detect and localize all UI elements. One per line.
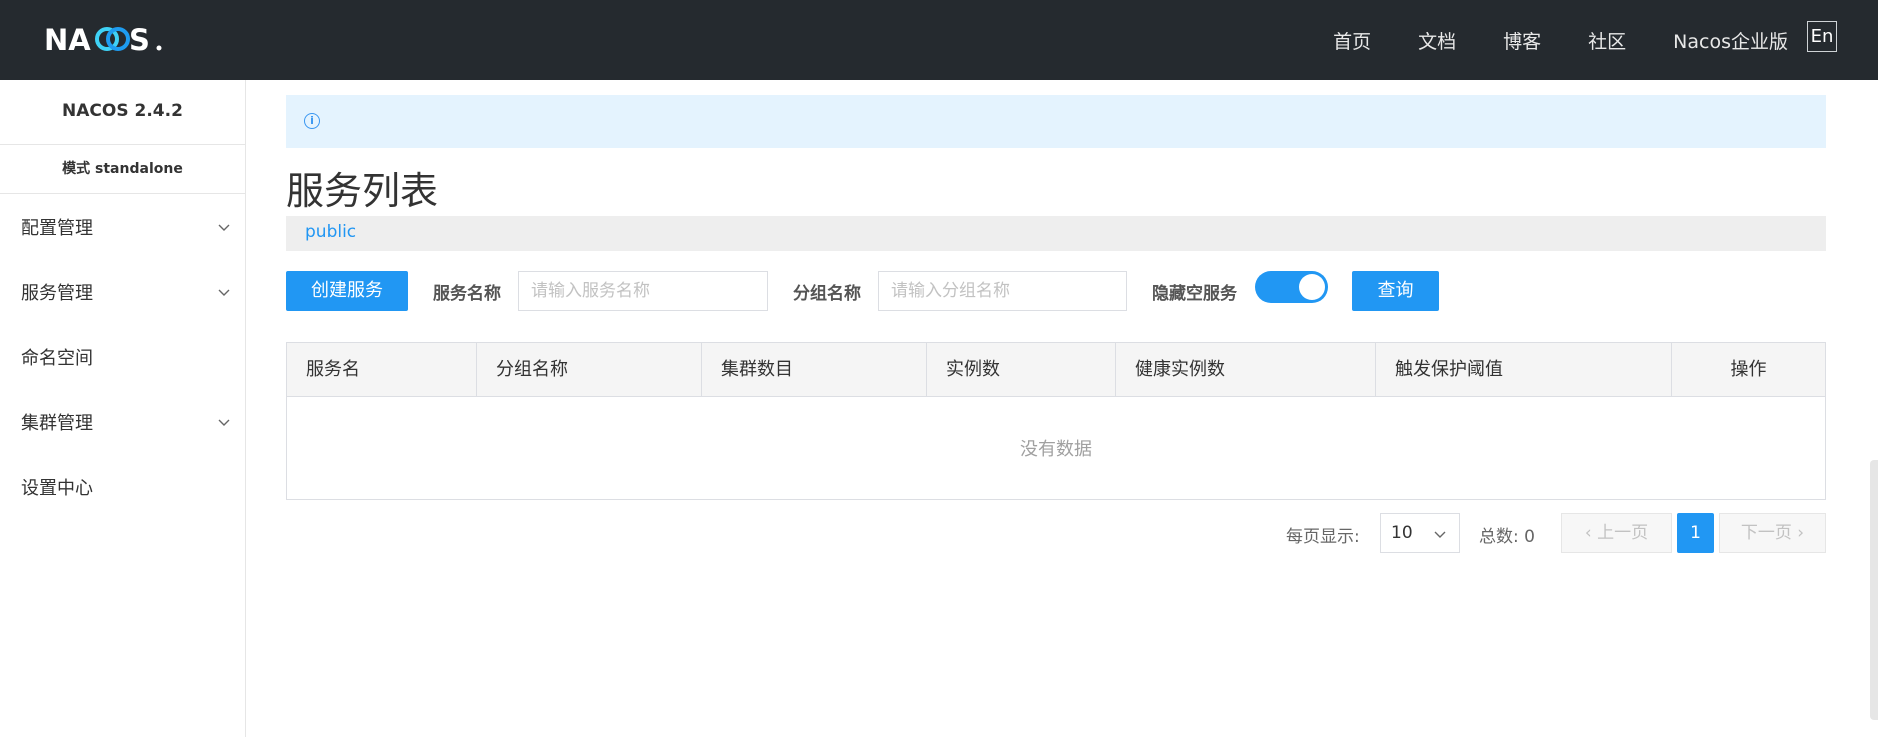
sidebar-item-label: 设置中心: [21, 477, 93, 499]
prev-page-button[interactable]: ‹ 上一页: [1561, 513, 1672, 553]
sidebar-item-cluster[interactable]: 集群管理: [0, 389, 245, 454]
sidebar-item-settings[interactable]: 设置中心: [0, 454, 245, 519]
toggle-knob: [1299, 274, 1325, 300]
create-service-button[interactable]: 创建服务: [286, 271, 408, 311]
page-size-select[interactable]: 10: [1380, 513, 1460, 553]
sidebar-item-service[interactable]: 服务管理: [0, 259, 245, 324]
next-page-button[interactable]: 下一页 ›: [1719, 513, 1826, 553]
sidebar-item-label: 服务管理: [21, 282, 93, 304]
page-1-button[interactable]: 1: [1677, 513, 1714, 553]
pagination: 每页显示: 10 总数: 0 ‹ 上一页 1 下一页 ›: [286, 513, 1826, 553]
page-title: 服务列表: [286, 169, 439, 213]
column-instance-count: 实例数: [927, 343, 1116, 396]
scrollbar[interactable]: [1870, 460, 1878, 720]
empty-text: 没有数据: [1020, 439, 1092, 460]
svg-text:NA: NA: [44, 23, 91, 57]
query-button[interactable]: 查询: [1352, 271, 1439, 311]
chevron-right-icon: ›: [1791, 523, 1805, 543]
chevron-down-icon: [218, 419, 230, 426]
column-actions: 操作: [1730, 359, 1767, 380]
table-header: 服务名 分组名称 集群数目 实例数 健康实例数 触发保护阈值 操作: [287, 343, 1825, 397]
logo-icon: NA S: [44, 23, 162, 57]
nacos-logo[interactable]: NA S: [44, 18, 166, 58]
prev-label: 上一页: [1597, 523, 1649, 543]
hide-empty-toggle[interactable]: [1255, 271, 1328, 303]
column-cluster-count: 集群数目: [702, 343, 927, 396]
page-size-value: 10: [1391, 523, 1413, 543]
namespace-bar: public: [286, 216, 1826, 251]
top-nav: 首页 文档 博客 社区 Nacos企业版: [1286, 0, 1788, 80]
chevron-down-icon: [218, 289, 230, 296]
column-group-name: 分组名称: [477, 343, 702, 396]
column-healthy-instances: 健康实例数: [1116, 343, 1376, 396]
group-name-label: 分组名称: [793, 284, 861, 304]
service-name-input[interactable]: [518, 271, 768, 311]
language-switch-button[interactable]: En: [1807, 21, 1837, 52]
notice-banner: i: [286, 95, 1826, 148]
sidebar-item-label: 集群管理: [21, 412, 93, 434]
info-icon: i: [304, 113, 320, 129]
nav-home[interactable]: 首页: [1333, 27, 1371, 54]
search-toolbar: 创建服务 服务名称 分组名称 隐藏空服务 查询: [286, 271, 1826, 311]
sidebar-item-label: 命名空间: [21, 347, 93, 369]
column-service-name: 服务名: [287, 343, 477, 396]
sidebar-item-config[interactable]: 配置管理: [0, 194, 245, 259]
nav-blog[interactable]: 博客: [1503, 27, 1541, 54]
chevron-left-icon: ‹: [1584, 523, 1598, 543]
chevron-down-icon: [1434, 531, 1446, 538]
sidebar: NACOS 2.4.2 模式 standalone 配置管理 服务管理 命名空间…: [0, 80, 246, 737]
group-name-input[interactable]: [878, 271, 1127, 311]
nav-docs[interactable]: 文档: [1418, 27, 1456, 54]
nav-community[interactable]: 社区: [1588, 27, 1626, 54]
hide-empty-label: 隐藏空服务: [1152, 284, 1237, 304]
version-label: NACOS 2.4.2: [0, 80, 245, 145]
total-count: 总数: 0: [1479, 527, 1535, 547]
nav-enterprise[interactable]: Nacos企业版: [1673, 27, 1788, 54]
next-label: 下一页: [1740, 523, 1792, 543]
page-size-label: 每页显示:: [1286, 527, 1360, 547]
service-table: 服务名 分组名称 集群数目 实例数 健康实例数 触发保护阈值 操作 没有数据: [286, 342, 1826, 500]
table-empty: 没有数据: [287, 397, 1825, 499]
namespace-link-public[interactable]: public: [305, 222, 356, 242]
svg-text:S: S: [129, 23, 150, 57]
sidebar-item-namespace[interactable]: 命名空间: [0, 324, 245, 389]
sidebar-item-label: 配置管理: [21, 217, 93, 239]
top-navbar: NA S 首页 文档 博客 社区 Nacos企业版 En: [0, 0, 1878, 80]
chevron-down-icon: [218, 224, 230, 231]
service-name-label: 服务名称: [433, 284, 501, 304]
mode-label: 模式 standalone: [0, 145, 245, 194]
column-protect-threshold: 触发保护阈值: [1376, 343, 1672, 396]
